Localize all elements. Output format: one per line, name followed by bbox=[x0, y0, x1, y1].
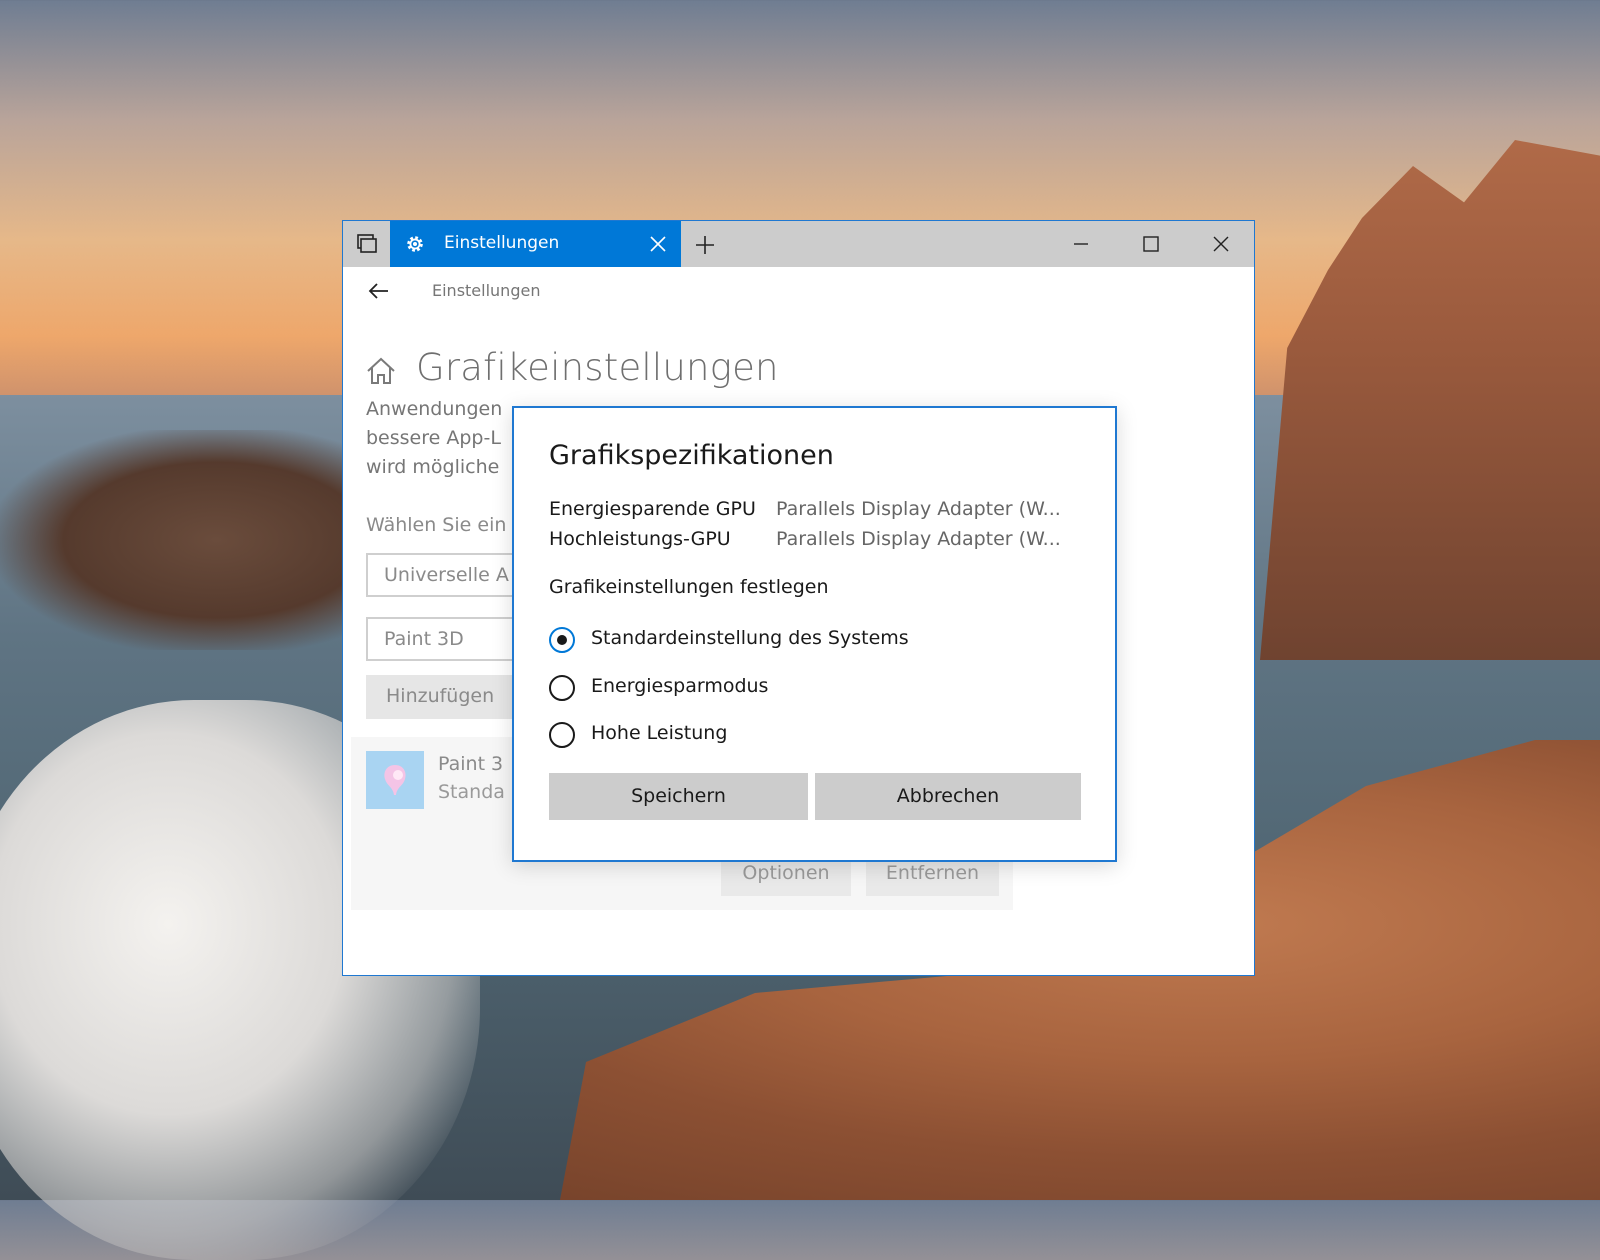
dialog-title: Grafikspezifikationen bbox=[549, 440, 834, 471]
graphics-spec-dialog: Grafikspezifikationen Energiesparende GP… bbox=[512, 406, 1117, 862]
radio-button[interactable] bbox=[549, 675, 575, 701]
wallpaper-rocks-left bbox=[0, 430, 360, 650]
radio-button[interactable] bbox=[549, 722, 575, 748]
tab-overview-button[interactable] bbox=[343, 221, 390, 267]
gear-icon bbox=[407, 236, 423, 252]
radio-label: Standardeinstellung des Systems bbox=[591, 627, 909, 649]
radio-option-power-saving[interactable]: Energiesparmodus bbox=[549, 674, 1049, 706]
tabs-icon bbox=[356, 234, 377, 253]
paint3d-icon bbox=[366, 751, 424, 809]
close-icon[interactable] bbox=[648, 234, 668, 254]
radio-option-high-performance[interactable]: Hohe Leistung bbox=[549, 721, 1049, 753]
minimize-icon[interactable] bbox=[1063, 227, 1099, 261]
app-subtitle: Standa bbox=[438, 781, 505, 803]
spec-value: Parallels Display Adapter (W... bbox=[776, 498, 1061, 520]
input-value: Paint 3D bbox=[384, 628, 464, 650]
save-button[interactable]: Speichern bbox=[549, 773, 808, 820]
maximize-icon[interactable] bbox=[1133, 227, 1169, 261]
app-name: Paint 3 bbox=[438, 753, 504, 775]
spec-label: Energiesparende GPU bbox=[549, 498, 756, 520]
radio-label: Energiesparmodus bbox=[591, 675, 769, 697]
options-button-label: Optionen bbox=[742, 862, 830, 884]
settings-label: Grafikeinstellungen festlegen bbox=[549, 576, 829, 598]
breadcrumb: Einstellungen bbox=[432, 281, 541, 300]
spec-value: Parallels Display Adapter (W... bbox=[776, 528, 1061, 550]
save-button-label: Speichern bbox=[631, 785, 726, 807]
cancel-button[interactable]: Abbrechen bbox=[815, 773, 1081, 820]
radio-label: Hohe Leistung bbox=[591, 722, 728, 744]
tab-settings[interactable]: Einstellungen bbox=[390, 221, 681, 267]
title-bar: Einstellungen bbox=[343, 221, 1254, 267]
home-icon bbox=[367, 357, 395, 384]
select-value: Universelle A bbox=[384, 564, 509, 586]
choose-app-label: Wählen Sie ein bbox=[366, 514, 507, 536]
page-title: Grafikeinstellungen bbox=[416, 346, 779, 389]
radio-option-system-default[interactable]: Standardeinstellung des Systems bbox=[549, 626, 1049, 658]
spec-label: Hochleistungs-GPU bbox=[549, 528, 731, 550]
remove-button-label: Entfernen bbox=[885, 862, 980, 884]
plus-icon[interactable] bbox=[693, 233, 717, 257]
window-close-icon[interactable] bbox=[1203, 227, 1239, 261]
back-arrow-icon[interactable] bbox=[365, 277, 393, 305]
radio-button[interactable] bbox=[549, 627, 575, 653]
cancel-button-label: Abbrechen bbox=[896, 785, 1000, 807]
radio-dot bbox=[557, 635, 567, 645]
wallpaper-cliff bbox=[1260, 140, 1600, 660]
add-button-label: Hinzufügen bbox=[386, 685, 495, 707]
tab-title: Einstellungen bbox=[444, 233, 560, 253]
